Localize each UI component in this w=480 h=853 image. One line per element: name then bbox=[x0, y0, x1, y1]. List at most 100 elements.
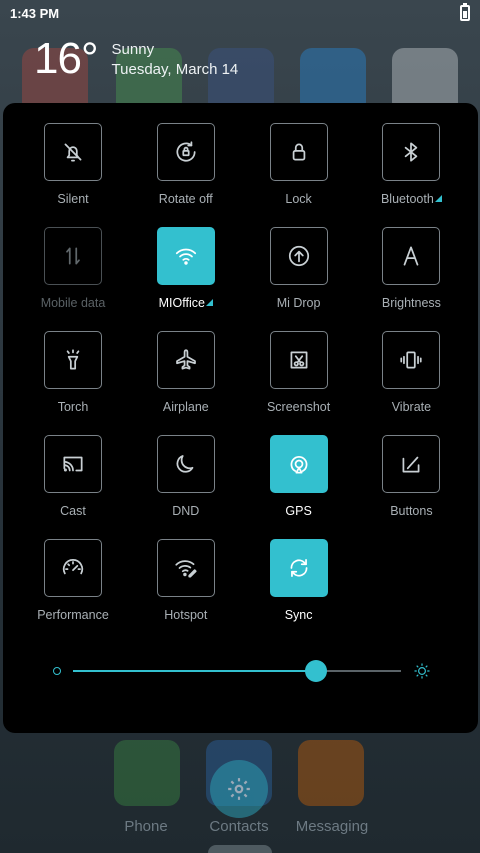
toggle-label: Brightness bbox=[382, 296, 441, 310]
toggle-label-text: Buttons bbox=[390, 504, 433, 518]
toggle-label-text: MIOffice bbox=[158, 296, 205, 310]
letter-a-icon bbox=[404, 246, 419, 266]
brightness-slider[interactable] bbox=[53, 659, 433, 683]
toggle-hotspot[interactable]: Hotspot bbox=[130, 539, 242, 643]
dock-label-phone: Phone bbox=[124, 818, 168, 835]
toggle-vibrate[interactable]: Vibrate bbox=[355, 331, 467, 435]
toggle-airplane-button[interactable] bbox=[156, 331, 215, 389]
toggle-label-text: Silent bbox=[57, 192, 89, 206]
toggle-silent-button[interactable] bbox=[44, 123, 102, 181]
lock-icon bbox=[292, 143, 305, 161]
mobile-data-icon bbox=[66, 247, 80, 265]
toggle-label-text: Rotate off bbox=[158, 192, 213, 206]
toggle-label-text: DND bbox=[172, 504, 200, 518]
toggle-label: Silent bbox=[57, 192, 88, 206]
toggle-label-text: Screenshot bbox=[266, 400, 331, 414]
toggle-label-text: Sync bbox=[284, 608, 313, 622]
toggle-rotate-off-button[interactable] bbox=[156, 123, 215, 181]
toggle-dnd-button[interactable] bbox=[156, 435, 215, 493]
toggle-label: Sync bbox=[285, 608, 313, 622]
toggle-label-text: Brightness bbox=[381, 296, 441, 310]
toggle-label: Screenshot bbox=[267, 400, 330, 414]
toggle-brightness-button[interactable] bbox=[382, 227, 441, 285]
gauge-icon bbox=[62, 559, 84, 575]
toggle-buttons[interactable]: Buttons bbox=[355, 435, 467, 539]
brightness-fill bbox=[73, 670, 316, 672]
toggle-screenshot-button[interactable] bbox=[269, 331, 328, 389]
toggle-bluetooth[interactable]: Bluetooth bbox=[355, 123, 467, 227]
toggle-brightness[interactable]: Brightness bbox=[355, 227, 467, 331]
toggle-rotate-off[interactable]: Rotate off bbox=[130, 123, 242, 227]
toggle-mioffice-button[interactable] bbox=[156, 227, 215, 285]
rotate-lock-icon bbox=[176, 141, 196, 162]
weather-condition: Sunny bbox=[111, 41, 155, 58]
expand-corner-icon[interactable] bbox=[434, 195, 442, 202]
toggle-mobile-data[interactable]: Mobile data bbox=[17, 227, 129, 331]
toggle-gps[interactable]: GPS bbox=[243, 435, 355, 539]
toggle-bluetooth-button[interactable] bbox=[382, 123, 441, 181]
status-time: 1:43 PM bbox=[10, 5, 60, 21]
toggle-vibrate-button[interactable] bbox=[382, 331, 441, 389]
location-icon bbox=[290, 456, 307, 474]
hotspot-icon bbox=[175, 560, 197, 578]
toggle-airplane[interactable]: Airplane bbox=[130, 331, 242, 435]
toggle-lock-button[interactable] bbox=[269, 123, 328, 181]
settings-gear-icon bbox=[210, 760, 268, 818]
toggle-label-text: Hotspot bbox=[164, 608, 208, 622]
toggle-screenshot[interactable]: Screenshot bbox=[243, 331, 355, 435]
bell-off-icon bbox=[64, 143, 82, 162]
toggle-torch[interactable]: Torch bbox=[17, 331, 129, 435]
airplane-icon bbox=[175, 349, 196, 370]
vibrate-icon bbox=[400, 351, 423, 369]
moon-icon bbox=[176, 455, 194, 473]
toggle-mobile-data-button[interactable] bbox=[44, 227, 102, 285]
toggle-label-text: Torch bbox=[57, 400, 89, 414]
toggle-hotspot-button[interactable] bbox=[156, 539, 215, 597]
toggle-gps-button[interactable] bbox=[269, 435, 328, 493]
toggle-dnd[interactable]: DND bbox=[130, 435, 242, 539]
toggle-buttons-button[interactable] bbox=[382, 435, 441, 493]
brightness-thumb[interactable] bbox=[304, 660, 327, 682]
toggle-label: GPS bbox=[285, 504, 311, 518]
home-indicator bbox=[208, 845, 272, 853]
status-bar: 1:43 PM bbox=[0, 0, 480, 26]
toggle-sync[interactable]: Sync bbox=[243, 539, 355, 643]
dock-label-contacts: Contacts bbox=[209, 818, 269, 835]
toggle-mi-drop[interactable]: Mi Drop bbox=[243, 227, 355, 331]
toggle-performance[interactable]: Performance bbox=[17, 539, 129, 643]
dock-messaging-icon bbox=[298, 740, 364, 806]
toggle-lock[interactable]: Lock bbox=[243, 123, 355, 227]
torch-icon bbox=[66, 349, 80, 370]
toggle-label: Airplane bbox=[163, 400, 209, 414]
toggle-label: Vibrate bbox=[392, 400, 431, 414]
toggle-silent[interactable]: Silent bbox=[17, 123, 129, 227]
toggle-label-text: Lock bbox=[285, 192, 312, 206]
toggle-mioffice[interactable]: MIOffice bbox=[130, 227, 242, 331]
toggle-cast-button[interactable] bbox=[44, 435, 102, 493]
toggle-label: Mi Drop bbox=[277, 296, 321, 310]
expand-corner-icon[interactable] bbox=[205, 299, 213, 306]
toggle-label: Rotate off bbox=[159, 192, 213, 206]
wifi-icon bbox=[175, 248, 196, 265]
toggle-label: Buttons bbox=[390, 504, 432, 518]
battery-charging-icon bbox=[460, 3, 470, 21]
toggle-performance-button[interactable] bbox=[44, 539, 102, 597]
dock-phone-icon bbox=[114, 740, 180, 806]
sync-icon bbox=[290, 559, 308, 577]
toggle-label-text: Airplane bbox=[162, 400, 209, 414]
cast-icon bbox=[63, 456, 83, 472]
toggle-label-text: Performance bbox=[37, 608, 109, 622]
toggle-label-text: Cast bbox=[60, 504, 86, 518]
toggle-torch-button[interactable] bbox=[44, 331, 102, 389]
toggle-label: Performance bbox=[37, 608, 109, 622]
toggle-cast[interactable]: Cast bbox=[17, 435, 129, 539]
temperature: 16° bbox=[34, 34, 99, 83]
weather-widget[interactable]: 16° Sunny Tuesday, March 14 bbox=[34, 34, 238, 84]
toggle-sync-button[interactable] bbox=[269, 539, 328, 597]
toggle-label: DND bbox=[172, 504, 199, 518]
toggle-label: Mobile data bbox=[41, 296, 106, 310]
toggle-mi-drop-button[interactable] bbox=[269, 227, 328, 285]
weather-date: Tuesday, March 14 bbox=[111, 61, 239, 78]
upload-circle-icon bbox=[288, 245, 309, 267]
toggle-label: Bluetooth bbox=[381, 192, 442, 206]
